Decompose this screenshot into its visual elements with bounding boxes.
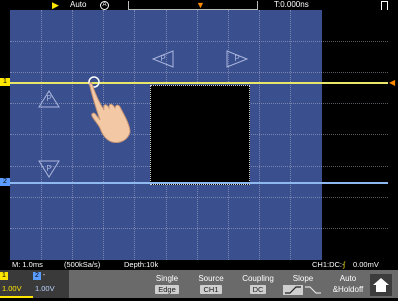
softkey-source[interactable]: Source CH1 — [190, 270, 232, 298]
memory-position-marker-icon: ▼ — [196, 0, 205, 10]
grid-line — [41, 10, 42, 260]
waveform-grid-blank — [322, 10, 388, 260]
trigger-mode: Auto — [70, 0, 87, 9]
grid-line — [290, 10, 291, 260]
touch-hand-icon — [88, 76, 131, 143]
grid-line — [10, 228, 388, 229]
trigger-level: 0.00mV — [353, 260, 379, 269]
softkey-label: Coupling — [242, 274, 274, 283]
zoom-window[interactable] — [150, 85, 250, 185]
ch2-tag: 2 — [33, 272, 41, 280]
ch1-info[interactable]: 1 1.00V — [0, 270, 33, 298]
grid-line — [10, 72, 388, 73]
softkey-value: DC — [249, 285, 267, 294]
softkey-slope[interactable]: Slope — [280, 270, 326, 298]
trigger-source: CH1:DC:- — [312, 260, 345, 269]
up-arrow-icon[interactable]: P — [38, 90, 60, 108]
softkey-auto-holdoff[interactable]: Auto &Holdoff — [326, 270, 370, 298]
home-icon — [373, 278, 389, 292]
grid-line — [72, 10, 73, 260]
ch1-waveform — [10, 82, 388, 84]
triangle-label: P — [46, 164, 52, 173]
slope-select-icon — [283, 285, 321, 295]
softkey-value: Edge — [155, 285, 179, 294]
ch1-scale: 1.00V — [2, 284, 22, 293]
waveform-display[interactable]: P P P P — [10, 10, 388, 260]
status-line: M: 1.0ms (500kSa/s) Depth:10k CH1:DC:- ∫… — [0, 260, 398, 270]
softkey-coupling[interactable]: Coupling DC — [236, 270, 280, 298]
ch2-level-marker[interactable]: 2 — [0, 178, 10, 186]
down-arrow-icon[interactable]: P — [38, 160, 60, 178]
grid-line — [10, 197, 388, 198]
softkey-label: Auto — [339, 274, 357, 283]
memory-depth: Depth:10k — [124, 260, 159, 269]
sample-rate: (500kSa/s) — [64, 260, 101, 269]
grid-line — [259, 10, 260, 260]
triangle-label: P — [234, 54, 240, 63]
grid-line — [10, 41, 388, 42]
ch1-tag: 1 — [0, 272, 8, 280]
trigger-delay: T:0.000ns — [274, 0, 309, 9]
softkey-value: CH1 — [200, 285, 222, 294]
softkey-single[interactable]: Single Edge — [148, 270, 186, 298]
timebase: M: 1.0ms — [12, 260, 43, 269]
triangle-label: P — [160, 54, 166, 63]
ch2-off-indicator: - — [42, 272, 46, 279]
ch2-info[interactable]: 2- 1.00V — [33, 270, 69, 298]
home-button[interactable] — [370, 274, 392, 296]
triangle-label: P — [46, 94, 52, 103]
ch1-level-marker[interactable]: 1 — [0, 78, 10, 86]
softkey-value: &Holdoff — [332, 285, 364, 294]
ch2-waveform — [10, 182, 388, 184]
left-arrow-icon[interactable]: P — [152, 50, 174, 68]
slope-icon: ∫ — [343, 260, 346, 269]
trigger-level-marker-icon[interactable]: ◀ — [389, 79, 397, 87]
run-state-icon[interactable]: ▶ — [52, 0, 59, 10]
softkey-label: Source — [198, 274, 224, 283]
memory-position-bar — [128, 1, 258, 10]
ch2-scale: 1.00V — [35, 284, 55, 293]
softkey-label: Slope — [292, 274, 314, 283]
right-arrow-icon[interactable]: P — [226, 50, 248, 68]
acquire-mode-icon: A — [100, 1, 109, 10]
softkey-label: Single — [155, 274, 179, 283]
